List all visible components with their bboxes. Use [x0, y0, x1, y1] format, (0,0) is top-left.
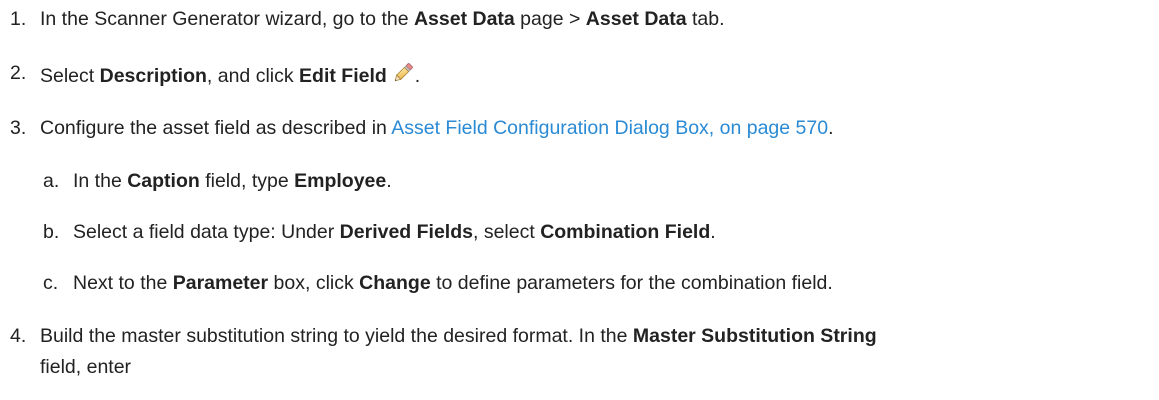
- ui-term-edit-field: Edit Field: [299, 65, 387, 87]
- ui-term-asset-data-page: Asset Data: [413, 8, 515, 30]
- substep-letter: b.: [43, 221, 60, 243]
- step-text: field, enter: [40, 356, 132, 378]
- step-number: 1.: [10, 8, 27, 30]
- step-text-part: Select: [40, 65, 100, 87]
- ui-term-change: Change: [359, 272, 431, 294]
- step-text-part: In the: [73, 170, 128, 192]
- pencil-edit-icon: [391, 61, 415, 85]
- step-text-part: Next to the: [73, 272, 173, 294]
- step-text-part: , and click: [206, 65, 300, 87]
- step-text-part: Build the master substitution string to …: [40, 325, 633, 347]
- step-text-part: .: [710, 221, 716, 243]
- asset-field-configuration-link[interactable]: Asset Field Configuration Dialog Box, on…: [391, 117, 828, 139]
- step-number: 4.: [10, 325, 27, 347]
- step-text-part: field, type: [199, 170, 295, 192]
- ui-term-derived-fields: Derived Fields: [339, 221, 473, 243]
- step-text-part: , select: [472, 221, 541, 243]
- step-text-part: box, click: [268, 272, 360, 294]
- step-text: In the Scanner Generator wizard, go to t…: [40, 7, 725, 31]
- step-text: Select Description, and click Edit Field…: [40, 61, 420, 88]
- ui-term-description: Description: [99, 65, 207, 87]
- step-text-part: Configure the asset field as described i…: [40, 117, 392, 139]
- step-number: 3.: [10, 117, 27, 139]
- step-text-part: Select a field data type: Under: [73, 221, 340, 243]
- substep-letter: a.: [43, 170, 60, 192]
- ui-term-master-substitution-string: Master Substitution String: [632, 325, 877, 347]
- substep-text: Next to the Parameter box, click Change …: [73, 271, 833, 295]
- step-text-part: page >: [514, 8, 586, 30]
- ui-term-combination-field: Combination Field: [540, 221, 711, 243]
- step-text-part: to define parameters for the combination…: [430, 272, 833, 294]
- ui-term-caption: Caption: [127, 170, 200, 192]
- substep-text: In the Caption field, type Employee.: [73, 169, 392, 193]
- ui-term-parameter: Parameter: [172, 272, 269, 294]
- step-text: Configure the asset field as described i…: [40, 116, 834, 140]
- ui-term-asset-data-tab: Asset Data: [585, 8, 687, 30]
- step-text-part: .: [828, 117, 834, 139]
- substep-text: Select a field data type: Under Derived …: [73, 220, 716, 244]
- step-text-part: .: [386, 170, 392, 192]
- step-text-part: tab.: [686, 8, 725, 30]
- step-text-part: .: [414, 65, 421, 87]
- step-number: 2.: [10, 62, 27, 84]
- ui-term-employee: Employee: [294, 170, 387, 192]
- step-text-part: In the Scanner Generator wizard, go to t…: [40, 8, 414, 30]
- step-text: Build the master substitution string to …: [40, 324, 877, 348]
- substep-letter: c.: [43, 272, 59, 294]
